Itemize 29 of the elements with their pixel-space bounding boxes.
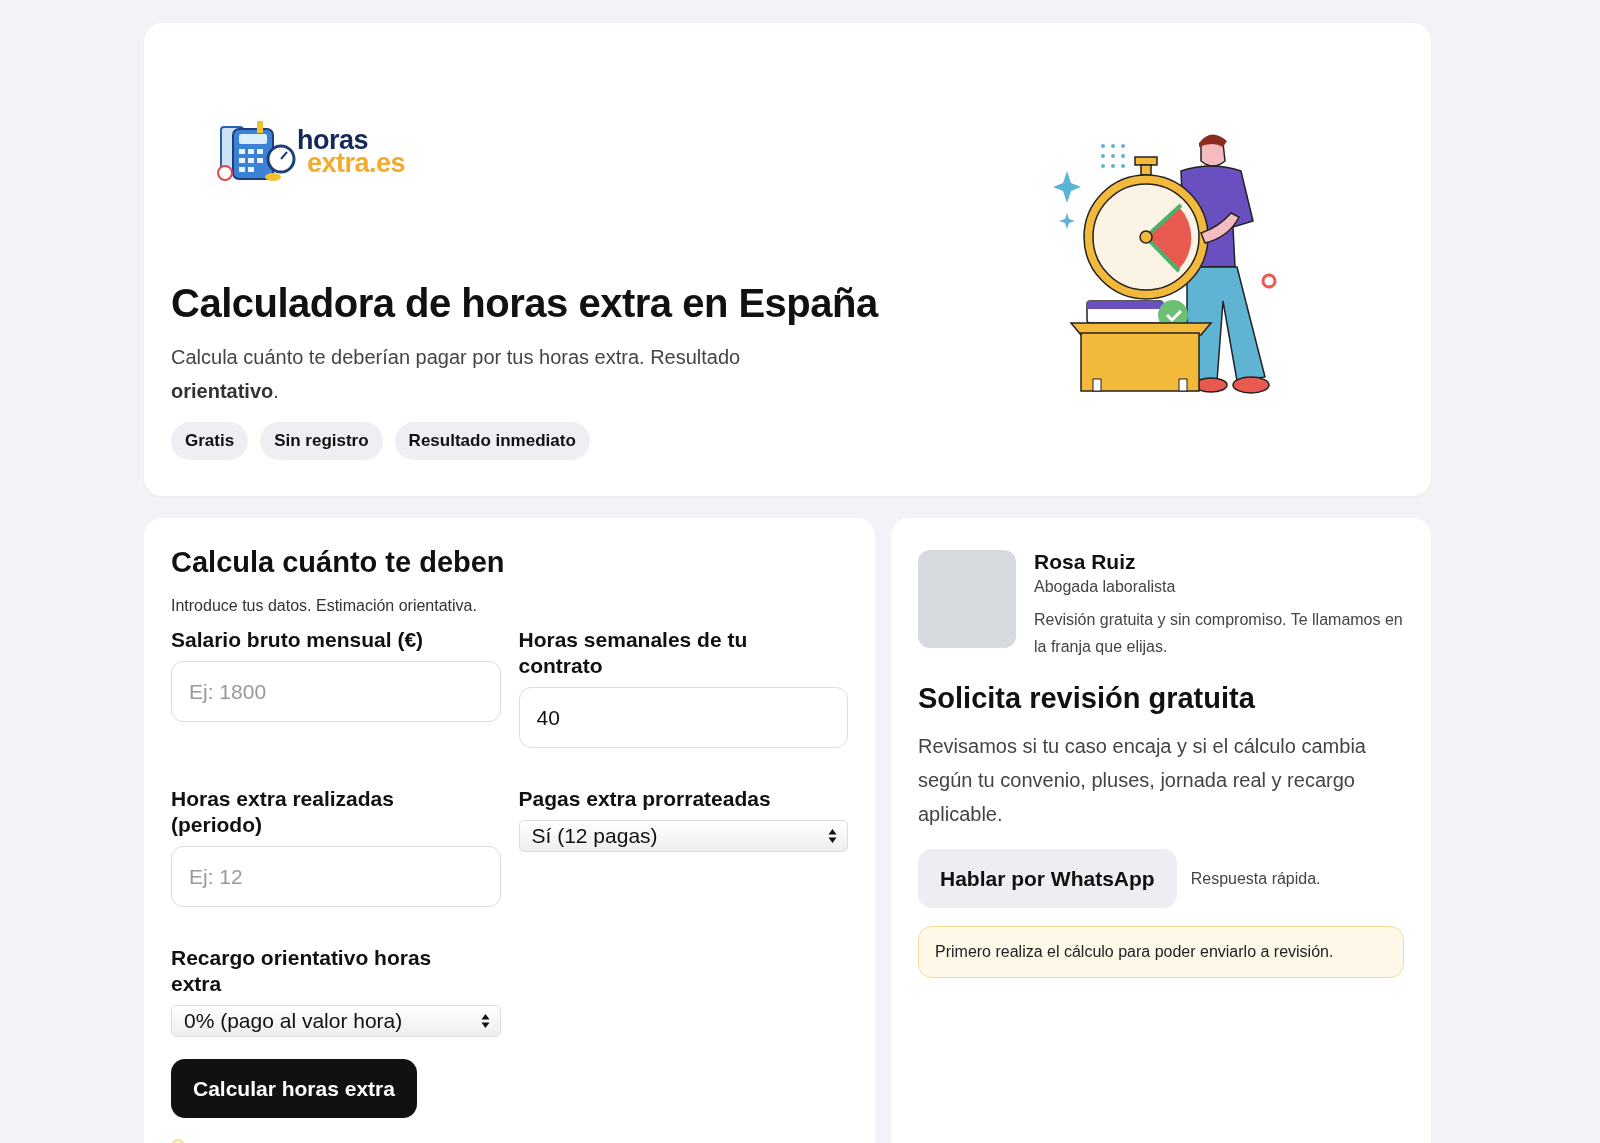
section-title: Calcula cuánto te deben — [171, 546, 506, 579]
page-title: Calculadora de horas extra en España — [171, 281, 878, 326]
logo-wordmark[interactable]: horas extra.es — [297, 129, 406, 175]
lawyer-name: Rosa Ruiz — [1034, 550, 1137, 574]
review-description: Revisamos si tu caso encaja y si el cálculo cambia según tu convenio, pluses, jornada real y recargo aplicable. — [918, 734, 1367, 827]
feature-badge: Gratis — [171, 422, 249, 460]
field-label: Pagas extra prorrateadas — [518, 786, 772, 812]
whatsapp-button[interactable]: Hablar por WhatsApp — [918, 849, 1177, 908]
updown-arrows-icon — [480, 1013, 490, 1029]
intro-text: Introduce tus datos. Estimación orientativa. — [171, 597, 478, 615]
review-note: Revisión gratuita y sin compromiso. Te llamamos en la franja que elijas. — [1034, 610, 1404, 657]
field-label: Horas extra realizadas (periodo) — [171, 786, 395, 838]
field-label: Horas semanales de tu contrato — [518, 627, 749, 679]
response-note: Respuesta rápida. — [1190, 869, 1321, 888]
field-label: Salario bruto mensual (€) — [171, 627, 425, 653]
lawyer-role: Abogada laboralista — [1034, 578, 1177, 596]
select-dropdown[interactable]: 0% (pago al valor hora) — [171, 1005, 501, 1037]
feature-badge: Sin registro — [260, 422, 383, 460]
input-field[interactable]: Ej: 12 — [171, 846, 501, 907]
input-field[interactable]: Ej: 1800 — [171, 661, 501, 722]
calculate-button[interactable]: Calcular horas extra — [171, 1059, 417, 1118]
feature-badge: Resultado inmediato — [394, 422, 590, 460]
select-dropdown[interactable]: Sí (12 pagas) — [518, 820, 848, 852]
page-subtitle: Calcula cuánto te deberían pagar por tus horas extra. Resultado orientativo. — [171, 345, 742, 404]
updown-arrows-icon — [828, 828, 837, 844]
field-label: Recargo orientativo horas extra — [171, 945, 433, 997]
input-field[interactable]: 40 — [518, 687, 848, 748]
notice-message: Primero realiza el cálculo para poder enviarlo a revisión. — [918, 926, 1404, 978]
section-title: Solicita revisión gratuita — [918, 682, 1256, 715]
